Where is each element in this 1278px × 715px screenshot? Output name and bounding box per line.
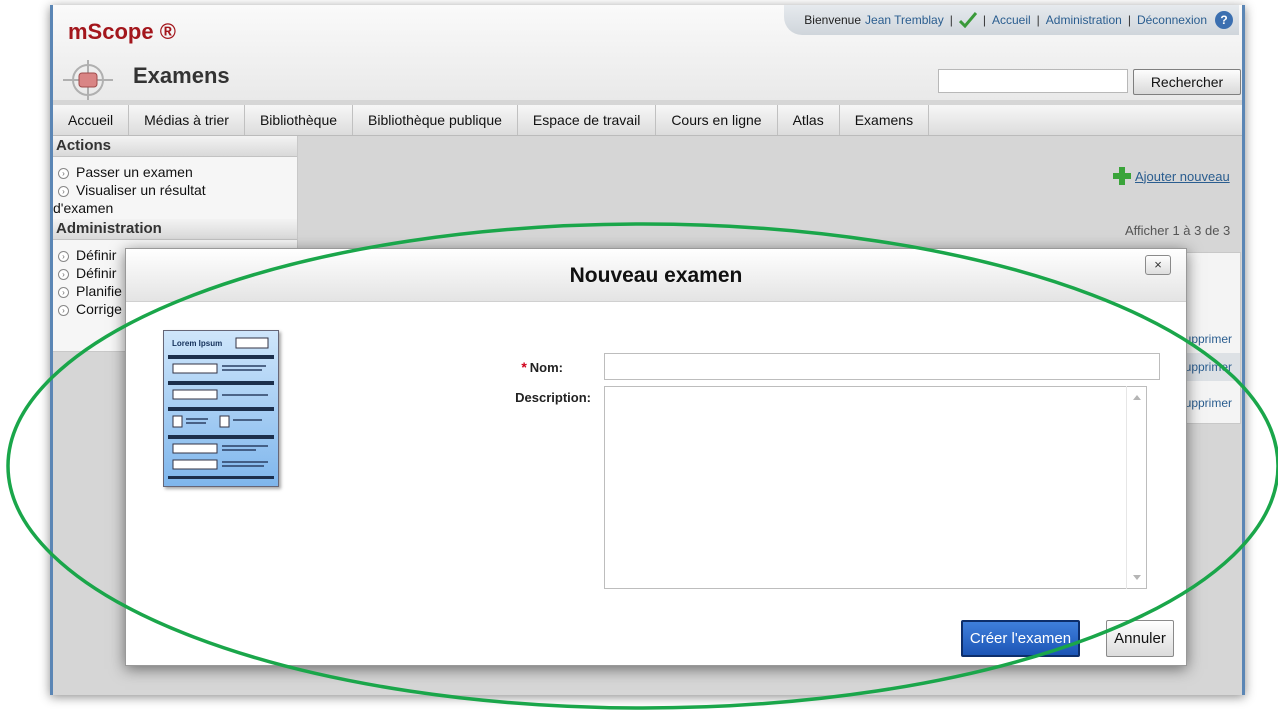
tab-espace-de-travail[interactable]: Espace de travail: [518, 105, 657, 135]
page-title: Examens: [133, 63, 230, 88]
name-label: * Nom:: [521, 359, 563, 375]
cancel-button[interactable]: Annuler: [1106, 620, 1174, 657]
scroll-up-icon[interactable]: [1133, 395, 1141, 400]
search-button[interactable]: Rechercher: [1133, 69, 1241, 95]
checkmark-icon: [958, 12, 977, 28]
sidebar-item-label: Définir: [76, 265, 117, 281]
arrow-circle-icon: ›: [58, 251, 69, 262]
dialog-title: Nouveau examen: [569, 264, 743, 287]
sidebar-item-visualiser-resultat[interactable]: › Visualiser un résultat: [53, 181, 297, 199]
tab-medias-a-trier[interactable]: Médias à trier: [129, 105, 245, 135]
sidebar-item-label: Corrige: [76, 301, 122, 317]
new-exam-dialog: Nouveau examen × Lorem Ipsum * Nom: Desc…: [125, 248, 1187, 666]
scroll-down-icon[interactable]: [1133, 575, 1141, 580]
close-button[interactable]: ×: [1145, 255, 1171, 275]
arrow-circle-icon: ›: [58, 186, 69, 197]
tab-accueil[interactable]: Accueil: [53, 105, 130, 135]
form-illustration: Lorem Ipsum: [163, 330, 279, 487]
user-name: Jean Tremblay: [865, 13, 944, 27]
divider: |: [982, 13, 986, 27]
help-icon[interactable]: ?: [1215, 11, 1233, 29]
pagination-info: Afficher 1 à 3 de 3: [1125, 223, 1231, 238]
window-right-edge: [1242, 5, 1245, 695]
app-logo: mScope ®: [68, 19, 176, 44]
description-scrollbar[interactable]: [1126, 386, 1147, 589]
welcome-bar: Bienvenue Jean Tremblay | | Accueil | Ad…: [784, 5, 1239, 35]
app-window: mScope ® Examens Bienvenue Jean Tremblay…: [50, 5, 1245, 695]
tab-atlas[interactable]: Atlas: [778, 105, 840, 135]
divider: |: [1127, 13, 1131, 27]
add-new-label: Ajouter nouveau: [1135, 168, 1230, 184]
tab-bibliotheque-publique[interactable]: Bibliothèque publique: [353, 105, 518, 135]
required-marker: *: [521, 359, 527, 375]
tab-examens[interactable]: Examens: [840, 105, 930, 135]
plus-icon: [1113, 167, 1131, 185]
divider: |: [949, 13, 953, 27]
arrow-circle-icon: ›: [58, 168, 69, 179]
divider: |: [1036, 13, 1040, 27]
add-new-link[interactable]: Ajouter nouveau: [1113, 167, 1230, 185]
sidebar-item-label: Passer un examen: [76, 164, 193, 180]
sidebar-item-label: Visualiser un résultat: [76, 182, 206, 198]
dialog-header: Nouveau examen ×: [126, 249, 1186, 302]
logout-link[interactable]: Déconnexion: [1137, 13, 1207, 27]
search-input[interactable]: [938, 69, 1128, 93]
arrow-circle-icon: ›: [58, 287, 69, 298]
form-illustration-graphic: [168, 337, 274, 479]
microscope-slide-icon: [63, 60, 113, 100]
arrow-circle-icon: ›: [58, 269, 69, 280]
create-exam-button[interactable]: Créer l'examen: [961, 620, 1080, 657]
actions-heading: Actions: [53, 136, 297, 157]
sidebar-item-passer-examen[interactable]: › Passer un examen: [53, 163, 297, 181]
main-nav: Accueil Médias à trier Bibliothèque Bibl…: [53, 105, 1242, 136]
welcome-text: Bienvenue: [804, 13, 862, 27]
administration-link[interactable]: Administration: [1046, 13, 1122, 27]
app-header: mScope ® Examens Bienvenue Jean Tremblay…: [53, 5, 1242, 100]
home-link[interactable]: Accueil: [992, 13, 1031, 27]
sidebar-item-label: Définir: [76, 247, 117, 263]
sidebar-item-wrap[interactable]: d'examen: [53, 199, 297, 217]
name-label-text: Nom:: [529, 360, 563, 375]
tab-bibliotheque[interactable]: Bibliothèque: [245, 105, 354, 135]
administration-heading: Administration: [53, 219, 297, 240]
arrow-circle-icon: ›: [58, 305, 69, 316]
sidebar-item-label: Planifie: [76, 283, 122, 299]
tab-cours-en-ligne[interactable]: Cours en ligne: [656, 105, 778, 135]
description-field[interactable]: [604, 386, 1147, 589]
description-label: Description:: [515, 390, 591, 405]
name-field[interactable]: [604, 353, 1160, 380]
